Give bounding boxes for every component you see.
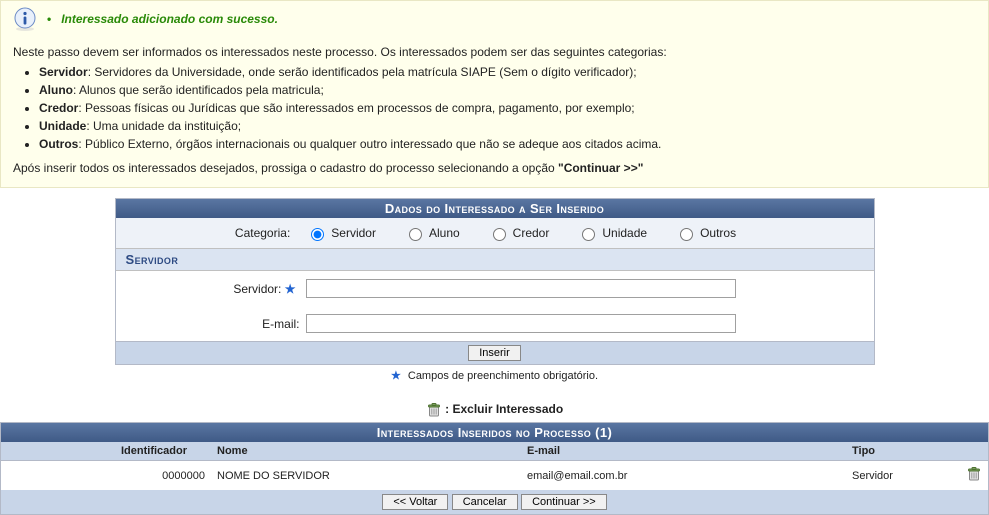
email-input[interactable] [306, 314, 736, 333]
help-intro: Neste passo devem ser informados os inte… [13, 45, 976, 59]
cell-email: email@email.com.br [521, 461, 846, 491]
interessados-table-panel: Interessados Inseridos no Processo (1) I… [0, 422, 989, 515]
help-item-outros: Outros: Público Externo, órgãos internac… [39, 137, 976, 151]
required-star-icon: ★ [285, 282, 296, 296]
nav-actions-row: << Voltar Cancelar Continuar >> [1, 490, 988, 514]
delete-row-button[interactable] [966, 466, 982, 482]
radio-credor-wrap[interactable]: Credor [488, 225, 550, 241]
cell-id: 0000000 [1, 461, 211, 491]
interessados-table: Identificador Nome E-mail Tipo 0000000 N… [1, 442, 988, 490]
cell-nome: NOME DO SERVIDOR [211, 461, 521, 491]
categoria-label: Categoria: [235, 226, 290, 240]
help-item-servidor: Servidor: Servidores da Universidade, on… [39, 65, 976, 79]
table-row: 0000000 NOME DO SERVIDOR email@email.com… [1, 461, 988, 491]
radio-servidor[interactable] [311, 228, 324, 241]
radio-credor-label: Credor [513, 226, 550, 240]
radio-servidor-wrap[interactable]: Servidor [306, 225, 376, 241]
field-label-email: E-mail: [126, 317, 306, 331]
table-header-row: Identificador Nome E-mail Tipo [1, 442, 988, 461]
trash-icon [426, 402, 442, 418]
col-email: E-mail [521, 442, 846, 461]
radio-aluno-label: Aluno [429, 226, 460, 240]
help-after: Após inserir todos os interessados desej… [13, 161, 976, 175]
field-row-email: E-mail: [116, 306, 874, 341]
radio-unidade[interactable] [582, 228, 595, 241]
col-actions [960, 442, 988, 461]
subsection-header: Servidor [116, 248, 874, 271]
col-nome: Nome [211, 442, 521, 461]
required-note: ★ Campos de preenchimento obrigatório. [0, 369, 989, 382]
info-panel: • Interessado adicionado com sucesso. Ne… [0, 0, 989, 188]
radio-outros[interactable] [680, 228, 693, 241]
success-message: Interessado adicionado com sucesso. [61, 12, 278, 26]
servidor-input[interactable] [306, 279, 736, 298]
inserir-button[interactable]: Inserir [468, 345, 521, 361]
help-item-credor: Credor: Pessoas físicas ou Jurídicas que… [39, 101, 976, 115]
radio-unidade-wrap[interactable]: Unidade [577, 225, 647, 241]
help-item-aluno: Aluno: Alunos que serão identificados pe… [39, 83, 976, 97]
cell-tipo: Servidor [846, 461, 960, 491]
voltar-button[interactable]: << Voltar [382, 494, 448, 510]
radio-servidor-label: Servidor [331, 226, 376, 240]
col-identificador: Identificador [1, 442, 211, 461]
info-icon [13, 7, 37, 31]
submit-row: Inserir [116, 341, 874, 364]
success-row: • Interessado adicionado com sucesso. [13, 7, 976, 31]
radio-unidade-label: Unidade [602, 226, 647, 240]
panel-header: Dados do Interessado a Ser Inserido [116, 199, 874, 218]
bullet: • [47, 12, 51, 26]
legend-text: : Excluir Interessado [445, 402, 563, 416]
insert-interessado-panel: Dados do Interessado a Ser Inserido Cate… [115, 198, 875, 365]
continuar-button[interactable]: Continuar >> [521, 494, 607, 510]
col-tipo: Tipo [846, 442, 960, 461]
radio-outros-label: Outros [700, 226, 736, 240]
radio-outros-wrap[interactable]: Outros [675, 225, 736, 241]
cell-action [960, 461, 988, 491]
radio-aluno-wrap[interactable]: Aluno [404, 225, 460, 241]
field-label-servidor: Servidor: ★ [126, 282, 306, 296]
cancelar-button[interactable]: Cancelar [452, 494, 518, 510]
radio-credor[interactable] [493, 228, 506, 241]
required-star-icon: ★ [391, 370, 401, 382]
table-header: Interessados Inseridos no Processo (1) [1, 423, 988, 442]
help-item-unidade: Unidade: Uma unidade da instituição; [39, 119, 976, 133]
categoria-row: Categoria: Servidor Aluno Credor Unidade… [116, 218, 874, 248]
help-category-list: Servidor: Servidores da Universidade, on… [39, 65, 976, 151]
radio-aluno[interactable] [409, 228, 422, 241]
legend-row: : Excluir Interessado [0, 402, 989, 418]
field-row-servidor: Servidor: ★ [116, 271, 874, 306]
